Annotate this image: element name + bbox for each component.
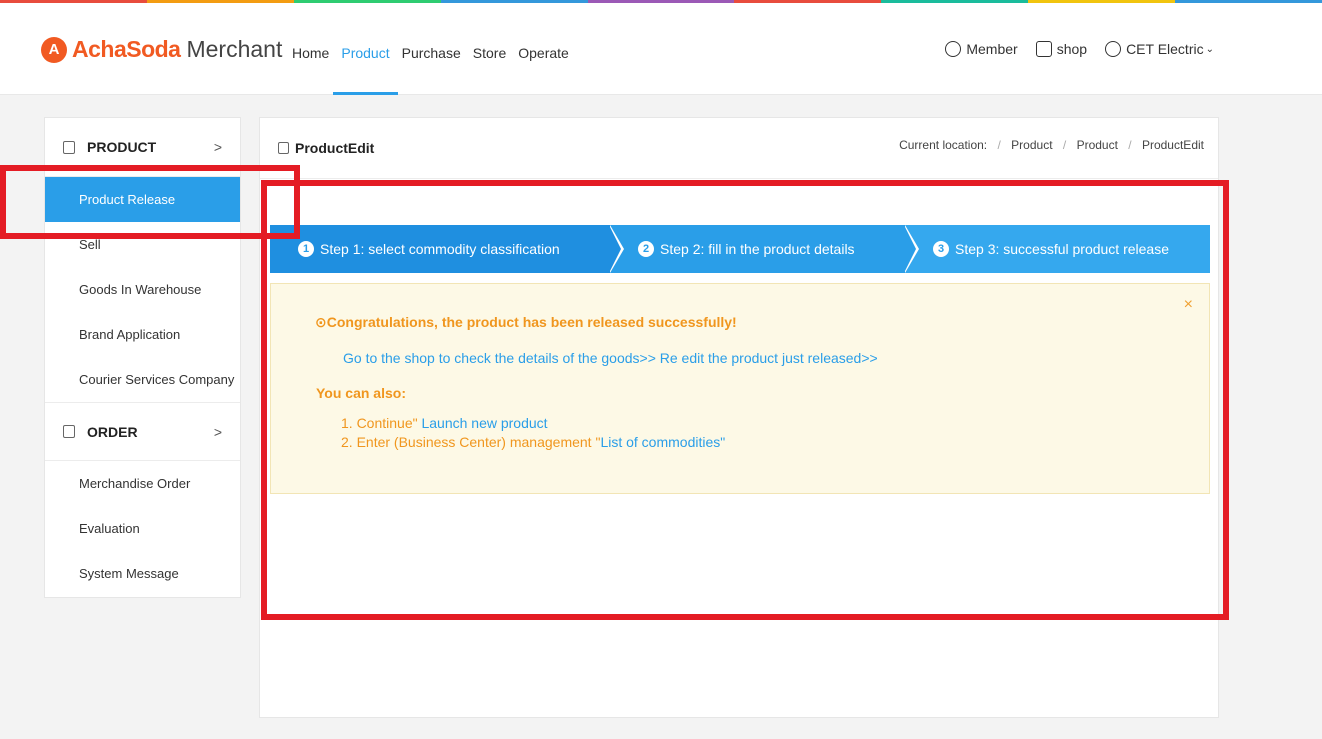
breadcrumb-prefix: Current location:	[899, 138, 988, 152]
top-header: A AchaSoda Merchant Home Product Purchas…	[0, 3, 1322, 95]
breadcrumb-item[interactable]: Product	[1011, 138, 1052, 152]
step-chevron-fill	[904, 225, 916, 273]
page-title: ProductEdit	[278, 140, 374, 156]
member-icon	[945, 41, 962, 57]
account-menu[interactable]: CET Electric ⌄	[1105, 41, 1214, 57]
sidebar-item-brand-application[interactable]: Brand Application	[45, 312, 240, 357]
nav-store[interactable]: Store	[467, 3, 512, 95]
section-icon	[63, 140, 75, 154]
nav-home[interactable]: Home	[286, 3, 335, 95]
main-nav: Home Product Purchase Store Operate	[286, 3, 575, 95]
chevron-right-icon: >	[213, 139, 222, 155]
sidebar-item-merchandise-order[interactable]: Merchandise Order	[45, 461, 240, 506]
member-label: Member	[966, 41, 1018, 57]
sidebar-item-system-message[interactable]: System Message	[45, 551, 240, 596]
nav-product[interactable]: Product	[333, 3, 398, 95]
sidebar-section-title: PRODUCT	[87, 139, 157, 155]
logo-text: AchaSoda	[72, 36, 181, 62]
sidebar-item-goods-in-warehouse[interactable]: Goods In Warehouse	[45, 267, 240, 312]
panel-header: ProductEdit Current location: / Product …	[260, 118, 1218, 179]
chevron-right-icon: >	[213, 423, 222, 440]
sidebar-item-courier-services[interactable]: Courier Services Company	[45, 357, 240, 402]
shop-link[interactable]: shop	[1035, 41, 1088, 57]
breadcrumb-separator: /	[1062, 138, 1067, 152]
annotation-box-sidebar-highlight	[0, 165, 300, 239]
nav-purchase[interactable]: Purchase	[396, 3, 467, 95]
breadcrumb-item-current: ProductEdit	[1141, 138, 1204, 152]
breadcrumb-item[interactable]: Product	[1077, 138, 1118, 152]
sidebar-section-title: ORDER	[87, 423, 138, 440]
logo-mark-icon: A	[41, 36, 67, 63]
breadcrumb-separator: /	[997, 138, 1001, 152]
member-link[interactable]: Member	[945, 41, 1018, 57]
step-chevron-fill	[609, 225, 621, 273]
sidebar-item-evaluation[interactable]: Evaluation	[45, 506, 240, 551]
breadcrumb-separator: /	[1128, 138, 1132, 152]
brand-logo[interactable]: A AchaSoda Merchant	[41, 36, 282, 63]
section-icon	[63, 425, 75, 438]
account-label: CET Electric	[1126, 41, 1204, 57]
sidebar-section-order[interactable]: ORDER >	[45, 402, 240, 461]
chevron-down-icon: ⌄	[1205, 43, 1214, 55]
shop-icon	[1035, 41, 1052, 57]
logo-subtitle: Merchant	[186, 36, 283, 62]
breadcrumb: Current location: / Product / Product / …	[899, 138, 1204, 152]
user-nav: Member shop CET Electric ⌄	[927, 41, 1214, 57]
page-title-text: ProductEdit	[295, 140, 375, 156]
account-icon	[1105, 41, 1122, 57]
page-icon	[278, 142, 289, 154]
annotation-box-content-highlight	[261, 180, 1229, 620]
shop-label: shop	[1056, 41, 1088, 57]
nav-operate[interactable]: Operate	[512, 3, 575, 95]
